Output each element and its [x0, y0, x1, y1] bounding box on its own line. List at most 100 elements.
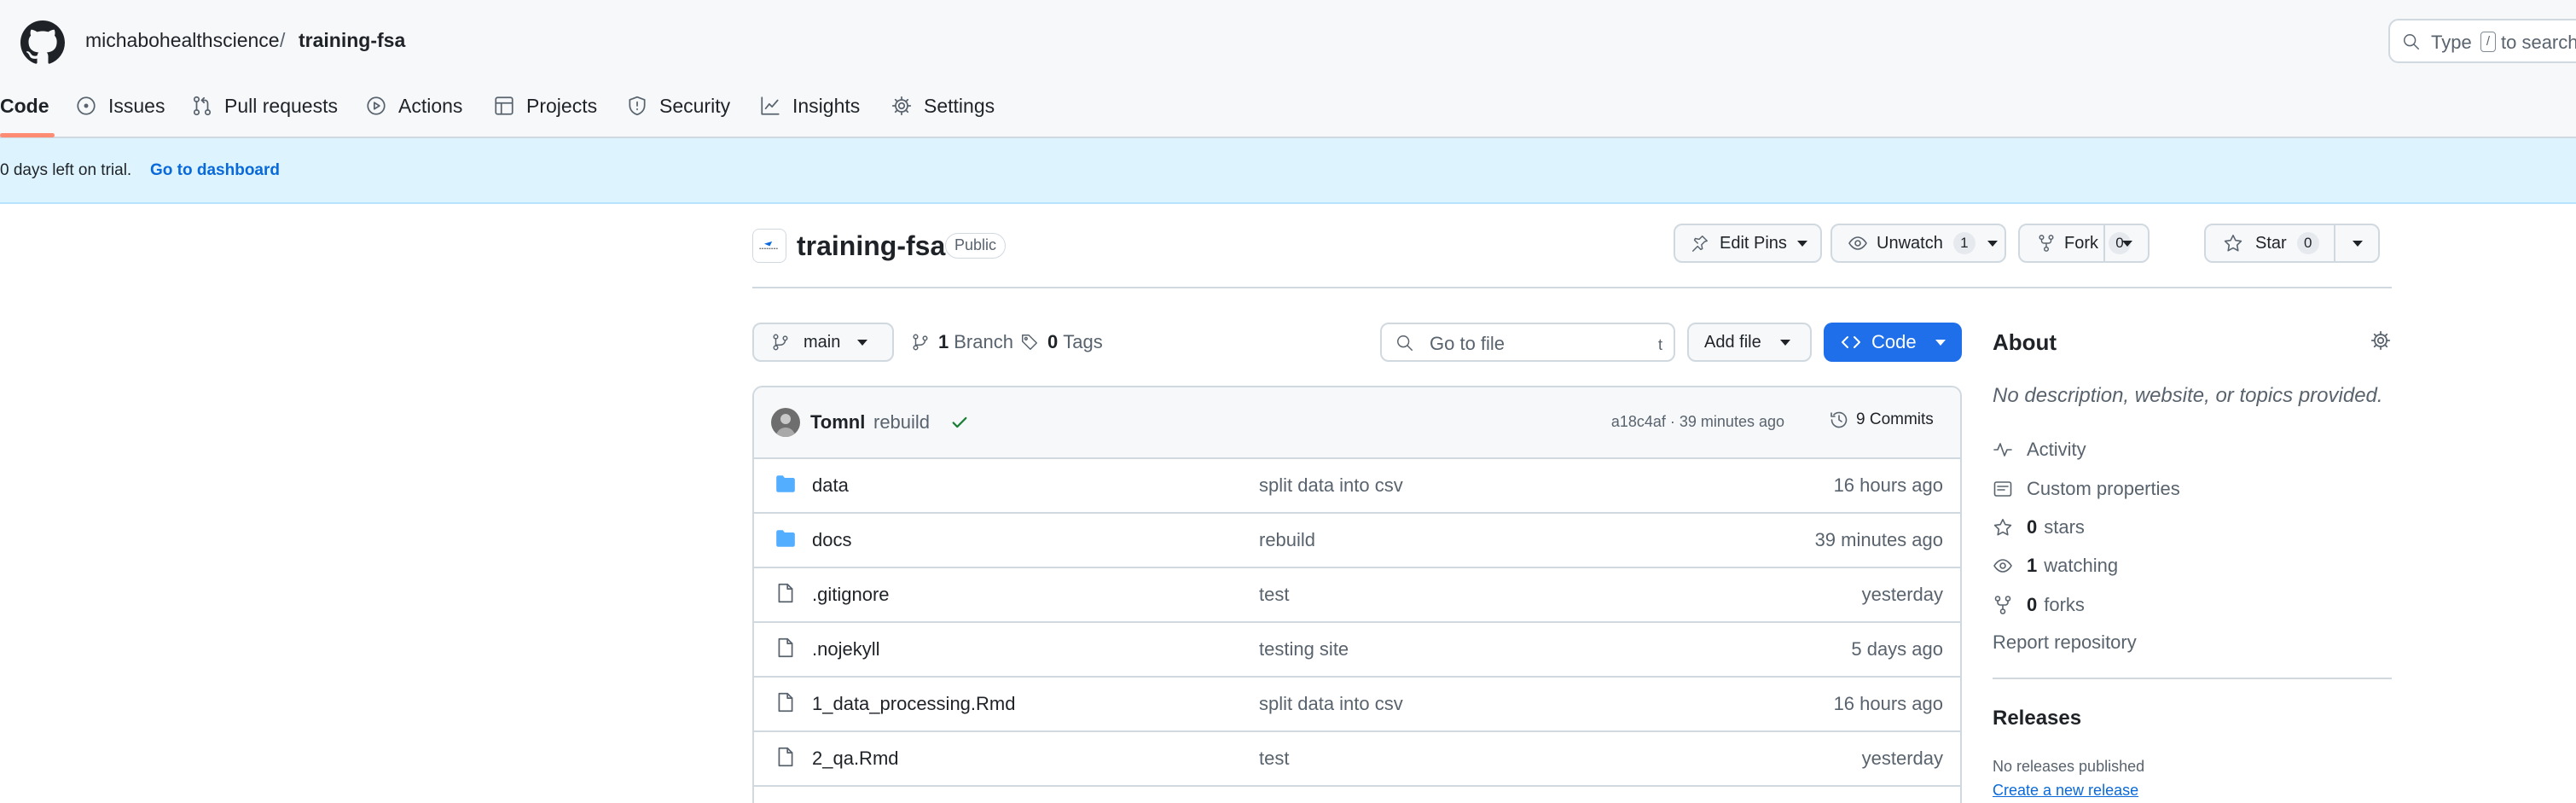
folder-icon	[775, 527, 797, 550]
file-icon	[775, 746, 797, 768]
star-icon	[2223, 233, 2243, 253]
eye-icon	[1848, 233, 1868, 253]
edit-pins-button[interactable]: Edit Pins	[1674, 224, 1822, 263]
chevron-down-icon[interactable]	[2353, 241, 2363, 247]
chevron-down-icon	[1987, 240, 1998, 247]
about-heading: About	[1993, 329, 2057, 355]
table-row[interactable]: data split data into csv 16 hours ago	[754, 459, 1960, 514]
file-commit-message[interactable]: test	[1259, 584, 1289, 606]
search-icon	[1395, 334, 1414, 352]
forks-link[interactable]: 0 forks	[1993, 591, 2085, 620]
table-icon	[493, 95, 526, 117]
file-name[interactable]: 2_qa.Rmd	[812, 748, 899, 770]
add-file-label: Add file	[1704, 332, 1761, 352]
branch-icon	[771, 333, 790, 352]
table-row[interactable]: docs rebuild 39 minutes ago	[754, 514, 1960, 568]
pull-request-icon	[191, 95, 224, 117]
tab-settings-label: Settings	[924, 94, 995, 117]
file-name[interactable]: .nojekyll	[812, 638, 879, 660]
add-file-button[interactable]: Add file	[1687, 323, 1812, 362]
code-label: Code	[1871, 331, 1917, 352]
tags-link[interactable]: 0 Tags	[1020, 331, 1103, 353]
custom-properties-link[interactable]: Custom properties	[1993, 474, 2180, 503]
search-input[interactable]: Type / to search	[2388, 19, 2576, 63]
go-to-dashboard-link[interactable]: Go to dashboard	[150, 161, 280, 180]
gear-icon[interactable]	[2370, 329, 2392, 352]
code-button[interactable]: Code	[1824, 323, 1962, 362]
file-commit-message[interactable]: testing site	[1259, 638, 1349, 660]
commits-link[interactable]: 9 Commits	[1829, 410, 1934, 430]
file-name[interactable]: 1_data_processing.Rmd	[812, 693, 1015, 715]
table-row[interactable]: .nojekyll testing site 5 days ago	[754, 623, 1960, 678]
tab-code[interactable]: Code	[0, 89, 49, 123]
report-repository-link[interactable]: Report repository	[1993, 631, 2137, 654]
file-commit-message[interactable]: test	[1259, 748, 1289, 770]
branches-link[interactable]: 1 Branch	[911, 331, 1013, 353]
tab-security[interactable]: Security	[626, 89, 730, 123]
file-browser: Tomnl rebuild a18c4af · 39 minutes ago 9…	[752, 386, 1962, 803]
repo-owner-avatar[interactable]	[752, 229, 786, 263]
eye-icon	[1993, 556, 2027, 576]
table-row[interactable]: .gitignore test yesterday	[754, 568, 1960, 623]
go-to-file-input[interactable]: Go to file t	[1380, 323, 1675, 362]
file-commit-message[interactable]: split data into csv	[1259, 693, 1403, 715]
stars-label: stars	[2044, 516, 2085, 538]
stars-link[interactable]: 0 stars	[1993, 513, 2085, 542]
note-icon	[1993, 479, 2027, 499]
tab-settings[interactable]: Settings	[891, 89, 995, 123]
table-row[interactable]: 2_qa.Rmd test yesterday	[754, 732, 1960, 787]
tab-actions[interactable]: Actions	[365, 89, 462, 123]
github-logo-icon[interactable]	[20, 20, 65, 65]
commit-author[interactable]: Tomnl	[810, 411, 865, 434]
repo-title[interactable]: training-fsa	[797, 230, 945, 262]
tab-insights[interactable]: Insights	[759, 89, 860, 123]
file-date: yesterday	[1861, 748, 1943, 769]
chevron-down-icon[interactable]	[2122, 241, 2132, 247]
forks-count: 0	[2027, 594, 2038, 615]
branch-selector[interactable]: main	[752, 323, 894, 362]
chevron-down-icon	[857, 339, 868, 346]
file-commit-message[interactable]: rebuild	[1259, 529, 1315, 551]
file-commit-message[interactable]: split data into csv	[1259, 474, 1403, 497]
fork-label: Fork	[2064, 233, 2098, 253]
tab-issues[interactable]: Issues	[75, 89, 165, 123]
branch-count: 1	[938, 331, 949, 352]
unwatch-button[interactable]: Unwatch 1	[1830, 224, 2006, 263]
create-release-link[interactable]: Create a new release	[1993, 782, 2138, 800]
owner-link[interactable]: michabohealthscience	[85, 29, 280, 52]
gear-icon	[891, 95, 924, 117]
watching-label: watching	[2044, 555, 2119, 576]
commit-message[interactable]: rebuild	[873, 411, 930, 434]
avatar[interactable]	[771, 408, 800, 437]
file-date: 16 hours ago	[1833, 693, 1943, 714]
search-suffix: to search	[2501, 32, 2576, 53]
graph-icon	[759, 95, 792, 117]
file-icon	[775, 637, 797, 659]
fork-button-divider	[2103, 225, 2105, 261]
star-button-divider	[2334, 225, 2335, 261]
go-to-file-shortcut: t	[1658, 336, 1663, 353]
star-button[interactable]: Star 0	[2204, 224, 2380, 263]
edit-pins-label: Edit Pins	[1720, 233, 1787, 253]
file-name[interactable]: data	[812, 474, 849, 497]
commit-hash-time[interactable]: a18c4af · 39 minutes ago	[1611, 413, 1784, 431]
custom-properties-label: Custom properties	[2027, 478, 2180, 499]
repo-link[interactable]: training-fsa	[299, 29, 405, 52]
releases-heading[interactable]: Releases	[1993, 707, 2081, 730]
table-row[interactable]: 1_data_processing.Rmd split data into cs…	[754, 678, 1960, 732]
tab-pull-requests[interactable]: Pull requests	[191, 89, 338, 123]
chevron-down-icon	[1935, 339, 1946, 346]
fork-icon	[1993, 595, 2027, 615]
watching-link[interactable]: 1 watching	[1993, 551, 2118, 580]
check-icon[interactable]	[950, 413, 969, 432]
visibility-badge: Public	[945, 233, 1007, 259]
history-icon	[1829, 410, 1849, 430]
tab-pull-requests-label: Pull requests	[224, 94, 338, 117]
branch-label: Branch	[954, 331, 1013, 352]
fork-button[interactable]: Fork 0	[2018, 224, 2150, 263]
activity-link[interactable]: Activity	[1993, 435, 2086, 464]
tab-projects[interactable]: Projects	[493, 89, 597, 123]
file-name[interactable]: docs	[812, 529, 851, 551]
branch-name: main	[804, 332, 841, 352]
file-name[interactable]: .gitignore	[812, 584, 890, 606]
